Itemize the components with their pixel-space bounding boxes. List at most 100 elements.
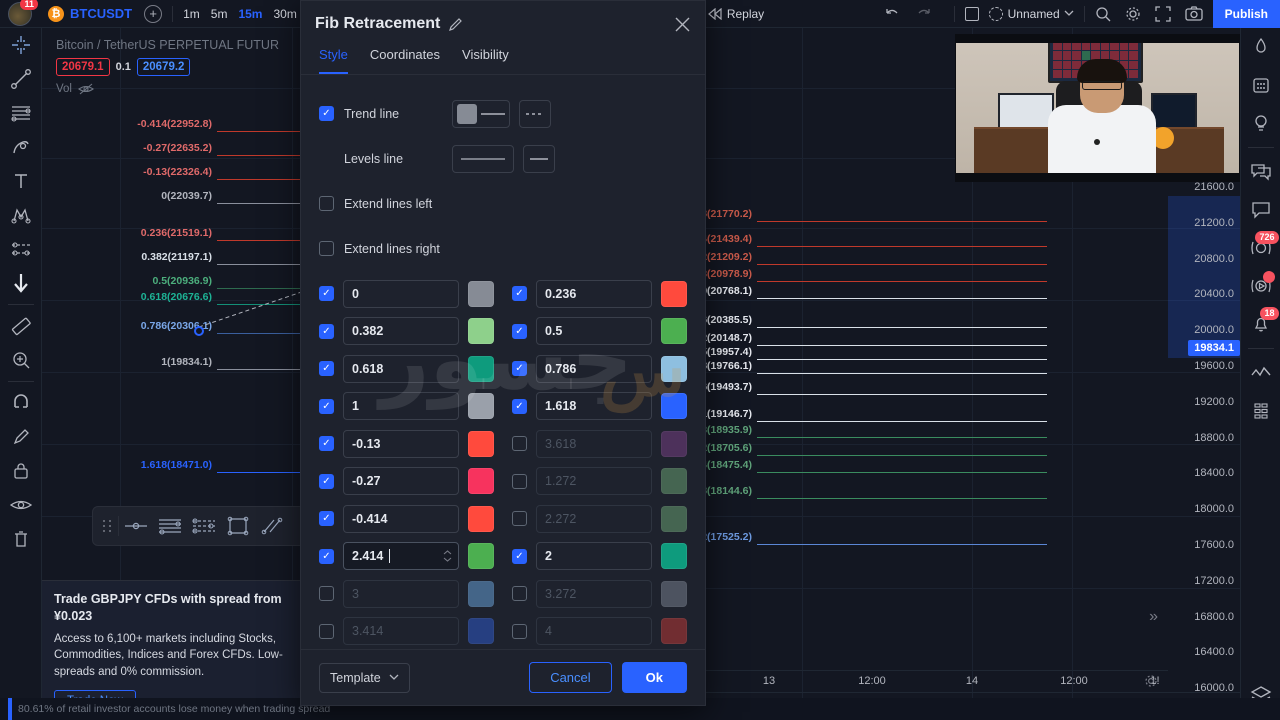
fib-level-checkbox[interactable]: ✓ [319,436,334,452]
fib-level-input[interactable]: 1.618 [536,392,652,421]
levels-icon[interactable] [153,509,187,543]
fib-level-input[interactable]: 0 [343,279,459,308]
fib-level-color-swatch[interactable] [468,505,494,532]
trend-line-icon[interactable] [0,62,42,96]
fib-level-input[interactable]: 3.618 [536,429,652,458]
fib-level-checkbox[interactable]: ✓ [319,548,334,564]
fib-level-input[interactable]: 4 [536,617,652,646]
template-button[interactable]: Template [319,662,410,693]
levels-line-width-button[interactable] [452,144,514,173]
ask-price[interactable]: 20679.2 [136,58,191,76]
user-avatar[interactable]: 11 [8,0,38,26]
ok-button[interactable]: Ok [621,662,687,693]
fib-level-input[interactable]: 3 [343,579,459,608]
fib-level-color-swatch[interactable] [661,580,687,607]
fib-level-input[interactable]: 2 [536,542,652,571]
tab-style[interactable]: Style [319,47,348,74]
fib-level-color-swatch[interactable] [661,318,687,345]
number-stepper[interactable] [443,550,452,562]
fib-level-checkbox[interactable]: ✓ [512,286,527,302]
fib-level-checkbox[interactable]: ✓ [319,398,334,414]
tab-visibility[interactable]: Visibility [462,47,509,74]
timeframe-5m[interactable]: 5m [211,7,228,21]
floating-drawing-toolbar[interactable] [92,506,328,546]
fib-level-input[interactable]: 0.618 [343,354,459,383]
fib-level-checkbox[interactable] [512,586,527,602]
fib-level-color-swatch[interactable] [661,505,687,532]
publish-button[interactable]: Publish [1212,0,1280,28]
fib-level-input[interactable]: 0.382 [343,317,459,346]
fib-level-color-swatch[interactable] [468,543,494,570]
replay-button[interactable]: Replay [707,7,764,21]
undo-icon[interactable] [884,7,900,21]
parallel-lines-icon[interactable] [255,509,289,543]
pattern-icon[interactable] [0,198,42,232]
timeframe-15m[interactable]: 15m [238,7,262,21]
crosshair-icon[interactable] [0,28,42,62]
fib-level-checkbox[interactable]: ✓ [512,361,527,377]
trash-icon[interactable] [0,522,42,556]
fib-level-color-swatch[interactable] [468,430,494,457]
fib-level-color-swatch[interactable] [661,618,687,645]
fib-level-color-swatch[interactable] [661,280,687,307]
stream-icon[interactable]: 726 [1241,229,1280,267]
bid-price[interactable]: 20679.1 [56,58,110,76]
symbol-button[interactable]: BTCUSDT [70,6,132,21]
fib-level-input[interactable]: 3.272 [536,579,652,608]
public-chat-icon[interactable] [1241,191,1280,229]
fib-level-checkbox[interactable] [512,436,527,452]
fib-level-input[interactable]: 0.236 [536,279,652,308]
text-icon[interactable] [0,164,42,198]
fib-level-checkbox[interactable] [512,511,527,527]
tab-coordinates[interactable]: Coordinates [370,47,440,74]
fib-level-checkbox[interactable] [512,623,527,639]
forecast-icon[interactable] [0,232,42,266]
eye-icon[interactable] [0,488,42,522]
fib-level-color-swatch[interactable] [661,430,687,457]
fib-level-color-swatch[interactable] [661,355,687,382]
alerts-icon[interactable]: 18 [1241,305,1280,343]
fib-retracement-icon[interactable] [0,96,42,130]
ideas-icon[interactable] [1241,104,1280,142]
gear-icon[interactable] [1125,6,1141,22]
brush-icon[interactable] [0,130,42,164]
fib-level-input[interactable]: -0.414 [343,504,459,533]
trend-line-color-button[interactable] [452,99,510,128]
camera-icon[interactable] [1185,6,1203,21]
layout-icon[interactable] [964,6,979,21]
settings-levels-icon[interactable] [187,509,221,543]
fib-level-color-swatch[interactable] [468,318,494,345]
fib-retracement-settings-dialog[interactable]: Fib Retracement Style Coordinates Visibi… [300,0,706,706]
fib-level-checkbox[interactable]: ✓ [512,323,527,339]
fib-level-input[interactable]: -0.13 [343,429,459,458]
fib-level-color-swatch[interactable] [468,580,494,607]
fib-level-input[interactable]: 3.414 [343,617,459,646]
fib-level-input[interactable]: 2.414 [343,542,459,571]
fib-level-checkbox[interactable]: ✓ [512,398,527,414]
extend-lines-left-checkbox[interactable] [319,196,334,211]
timeframe-30m[interactable]: 30m [273,7,296,21]
fib-level-input[interactable]: -0.27 [343,467,459,496]
drag-handle[interactable] [103,520,112,532]
fib-level-input[interactable]: 2.272 [536,504,652,533]
fib-level-input[interactable]: 0.786 [536,354,652,383]
fib-level-color-swatch[interactable] [468,280,494,307]
timeframe-1m[interactable]: 1m [183,7,200,21]
data-window-icon[interactable] [1241,354,1280,392]
watchlist-icon[interactable] [1241,28,1280,66]
volume-row[interactable]: Vol [56,83,279,95]
hotlist-icon[interactable] [1241,392,1280,430]
hide-eye-icon[interactable] [78,83,94,95]
fib-level-input[interactable]: 1 [343,392,459,421]
measure-icon[interactable] [0,309,42,343]
trend-line-checkbox[interactable]: ✓ [319,106,334,121]
fib-level-color-swatch[interactable] [661,468,687,495]
fib-level-checkbox[interactable] [319,623,334,639]
time-settings-gear-icon[interactable] [1144,674,1158,688]
fib-level-color-swatch[interactable] [661,543,687,570]
magnet-icon[interactable] [0,386,42,420]
fib-level-checkbox[interactable]: ✓ [319,286,334,302]
fib-level-color-swatch[interactable] [468,618,494,645]
redo-icon[interactable] [916,7,932,21]
cancel-button[interactable]: Cancel [529,662,612,693]
